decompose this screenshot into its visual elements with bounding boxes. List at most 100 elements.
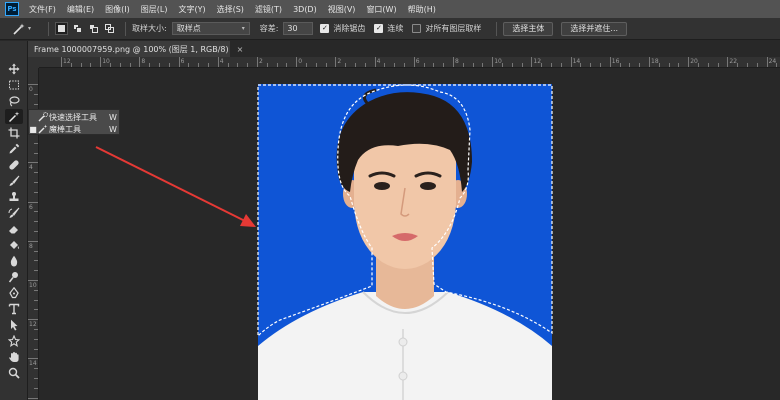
ruler-h-minor-tick (394, 63, 396, 67)
marquee-tool[interactable] (5, 77, 23, 92)
ruler-v-major-tick (28, 240, 38, 242)
ruler-h-minor-tick (286, 63, 288, 67)
paint-bucket-tool[interactable] (5, 237, 23, 252)
horizontal-ruler[interactable]: 12 10 8 6 4 2 0 2 4 6 8 10 12 14 16 18 20 22 24 (39, 57, 780, 68)
ruler-v-major-tick (28, 280, 38, 281)
pen-icon (9, 286, 19, 298)
ruler-h-minor-tick (541, 63, 543, 67)
menu-help[interactable]: 帮助(H) (408, 4, 436, 15)
blur-tool[interactable] (5, 253, 23, 268)
menu-image[interactable]: 图像(I) (105, 4, 130, 15)
shape-tool[interactable] (5, 333, 23, 348)
document-tab[interactable]: Frame 1000007959.png @ 100% (图层 1, RGB/8… (28, 41, 243, 57)
subtract-selection-icon (88, 24, 99, 33)
quick-selection-label: 快速选择工具 (49, 112, 97, 122)
left-eye (374, 182, 390, 190)
divider (48, 21, 49, 36)
move-tool[interactable] (5, 61, 23, 76)
menu-3d[interactable]: 3D(D) (293, 5, 317, 14)
ruler-h-major-tick (257, 57, 258, 67)
subtract-from-selection-button[interactable] (87, 22, 100, 35)
menu-select[interactable]: 选择(S) (217, 4, 244, 15)
add-to-selection-button[interactable] (71, 22, 84, 35)
tolerance-input[interactable] (283, 22, 314, 35)
ruler-h-minor-tick (698, 63, 699, 67)
select-subject-button[interactable]: 选择主体 (503, 21, 554, 36)
ruler-h-minor-tick (668, 63, 670, 67)
brush-tool[interactable] (5, 173, 23, 188)
type-icon (8, 303, 20, 314)
menu-view[interactable]: 视图(V) (328, 4, 356, 15)
ruler-h-minor-tick (80, 63, 82, 67)
checkbox-checked-icon: ✓ (320, 24, 330, 33)
ruler-h-minor-tick (364, 63, 366, 67)
ruler-v-major-tick (28, 319, 38, 321)
menu-edit[interactable]: 编辑(E) (67, 4, 94, 15)
close-icon[interactable]: × (237, 45, 244, 54)
move-icon (8, 63, 20, 74)
dodge-icon (8, 271, 18, 282)
ruler-v-minor-tick (34, 182, 38, 183)
ruler-h-label: 10 (494, 58, 502, 65)
history-brush-tool[interactable] (5, 205, 23, 220)
ruler-h-major-tick (727, 57, 729, 67)
intersect-selection-button[interactable] (103, 22, 116, 35)
paint-bucket-icon (10, 240, 19, 249)
menu-type[interactable]: 文字(Y) (178, 4, 205, 15)
ruler-h-minor-tick (306, 63, 307, 67)
menu-window[interactable]: 窗口(W) (366, 4, 396, 15)
add-selection-icon (72, 24, 83, 33)
zoom-tool[interactable] (5, 365, 23, 380)
lasso-icon (9, 95, 20, 107)
magic-wand-icon (37, 124, 49, 134)
ruler-v-label: 4 (29, 164, 33, 172)
history-brush-icon (8, 207, 20, 218)
ruler-h-minor-tick (580, 63, 582, 67)
eraser-tool[interactable] (5, 221, 23, 236)
magic-wand-tool[interactable] (5, 109, 23, 124)
ruler-h-major-tick (492, 57, 494, 67)
quick-selection-tool-item[interactable]: 快速选择工具 W (29, 111, 121, 123)
ruler-h-major-tick (139, 57, 141, 67)
menu-file[interactable]: 文件(F) (29, 4, 56, 15)
contiguous-checkbox[interactable]: ✓ 连续 (374, 23, 403, 34)
healing-brush-tool[interactable] (5, 157, 23, 172)
ruler-h-minor-tick (70, 63, 72, 67)
dodge-tool[interactable] (5, 269, 23, 284)
magic-wand-tool-item[interactable]: ■ 魔棒工具 W (29, 123, 121, 135)
pen-tool[interactable] (5, 285, 23, 300)
ruler-h-label: 12 (533, 58, 542, 65)
rectangular-marquee-icon (9, 80, 19, 89)
ruler-v-minor-tick (34, 338, 38, 340)
document-image[interactable] (258, 84, 552, 400)
ruler-h-label: 6 (180, 58, 185, 65)
ruler-h-minor-tick (717, 63, 719, 67)
ruler-v-major-tick (28, 358, 38, 360)
sample-all-layers-checkbox[interactable]: 对所有图层取样 (412, 23, 481, 34)
menu-layer[interactable]: 图层(L) (141, 4, 168, 15)
ruler-corner (28, 57, 39, 68)
menu-filter[interactable]: 滤镜(T) (255, 4, 282, 15)
select-and-mask-button[interactable]: 选择并遮住... (561, 21, 628, 36)
crop-tool[interactable] (5, 125, 23, 140)
type-tool[interactable] (5, 301, 23, 316)
ruler-v-minor-tick (34, 289, 38, 291)
ruler-h-major-tick (609, 57, 611, 67)
sample-size-select[interactable]: 取样点 ▾ (171, 22, 250, 35)
tool-preset-picker[interactable]: ▾ (12, 23, 42, 35)
ruler-h-major-tick (453, 57, 454, 67)
antialias-checkbox[interactable]: ✓ 消除锯齿 (320, 23, 365, 34)
ruler-v-major-tick (28, 201, 38, 203)
new-selection-button[interactable] (55, 22, 68, 35)
ruler-v-minor-tick (34, 191, 38, 193)
ruler-h-minor-tick (678, 63, 680, 67)
eyedropper-tool[interactable] (5, 141, 23, 156)
ruler-h-major-tick (61, 57, 62, 67)
eraser-icon (9, 225, 18, 233)
lasso-tool[interactable] (5, 93, 23, 108)
clone-stamp-tool[interactable] (5, 189, 23, 204)
hand-tool[interactable] (5, 349, 23, 364)
ruler-h-minor-tick (90, 63, 92, 67)
path-selection-tool[interactable] (5, 317, 23, 332)
ruler-v-minor-tick (34, 368, 38, 370)
